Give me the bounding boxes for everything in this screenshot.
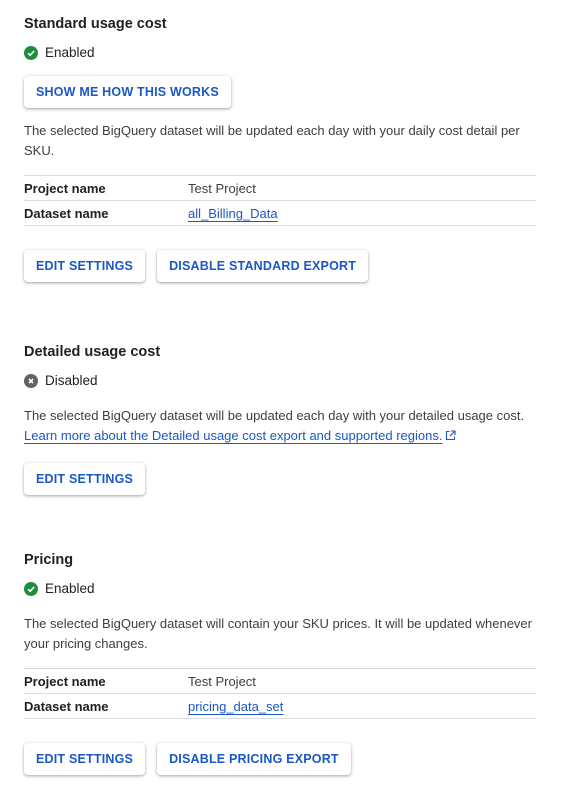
row-value: Test Project <box>188 673 256 689</box>
standard-usage-cost-section: Standard usage cost Enabled SHOW ME HOW … <box>24 15 536 282</box>
status-label: Enabled <box>45 45 95 60</box>
section-description: The selected BigQuery dataset will conta… <box>24 616 532 651</box>
edit-settings-button[interactable]: EDIT SETTINGS <box>24 743 146 775</box>
row-key: Dataset name <box>24 205 109 221</box>
detailed-usage-cost-section: Detailed usage cost Disabled The selecte… <box>24 343 536 495</box>
description-text: The selected BigQuery dataset will be up… <box>24 408 525 423</box>
status-indicator: Disabled <box>24 372 536 390</box>
project-name-row: Project name Test Project <box>24 176 536 200</box>
section-title: Standard usage cost <box>24 16 167 32</box>
section-title: Detailed usage cost <box>24 344 161 360</box>
edit-settings-button[interactable]: EDIT SETTINGS <box>24 462 146 495</box>
disable-pricing-export-button[interactable]: DISABLE PRICING EXPORT <box>157 743 351 775</box>
show-me-how-button[interactable]: SHOW ME HOW THIS WORKS <box>24 76 231 108</box>
external-link-icon <box>445 427 456 447</box>
dataset-link[interactable]: all_Billing_Data <box>188 206 278 221</box>
status-indicator: Enabled <box>24 580 536 598</box>
status-label: Enabled <box>45 581 95 596</box>
row-key: Project name <box>24 673 106 689</box>
check-circle-icon <box>24 46 38 60</box>
section-title: Pricing <box>24 552 74 568</box>
section-description: The selected BigQuery dataset will be up… <box>24 406 536 447</box>
row-key: Dataset name <box>24 698 109 714</box>
dataset-link[interactable]: pricing_data_set <box>188 699 283 714</box>
x-circle-icon <box>24 374 38 388</box>
project-name-row: Project name Test Project <box>24 669 536 693</box>
dataset-name-row: Dataset name pricing_data_set <box>24 693 536 718</box>
row-value: Test Project <box>188 180 256 196</box>
status-indicator: Enabled <box>24 44 536 62</box>
section-description: The selected BigQuery dataset will be up… <box>24 123 520 158</box>
learn-more-link[interactable]: Learn more about the Detailed usage cost… <box>24 428 442 443</box>
row-key: Project name <box>24 180 106 196</box>
dataset-name-row: Dataset name all_Billing_Data <box>24 200 536 225</box>
details-table: Project name Test Project Dataset name a… <box>24 175 536 226</box>
disable-standard-export-button[interactable]: DISABLE STANDARD EXPORT <box>157 250 369 282</box>
details-table: Project name Test Project Dataset name p… <box>24 668 536 719</box>
check-circle-icon <box>24 582 38 596</box>
status-label: Disabled <box>45 373 98 388</box>
edit-settings-button[interactable]: EDIT SETTINGS <box>24 250 146 282</box>
pricing-section: Pricing Enabled The selected BigQuery da… <box>24 551 536 775</box>
